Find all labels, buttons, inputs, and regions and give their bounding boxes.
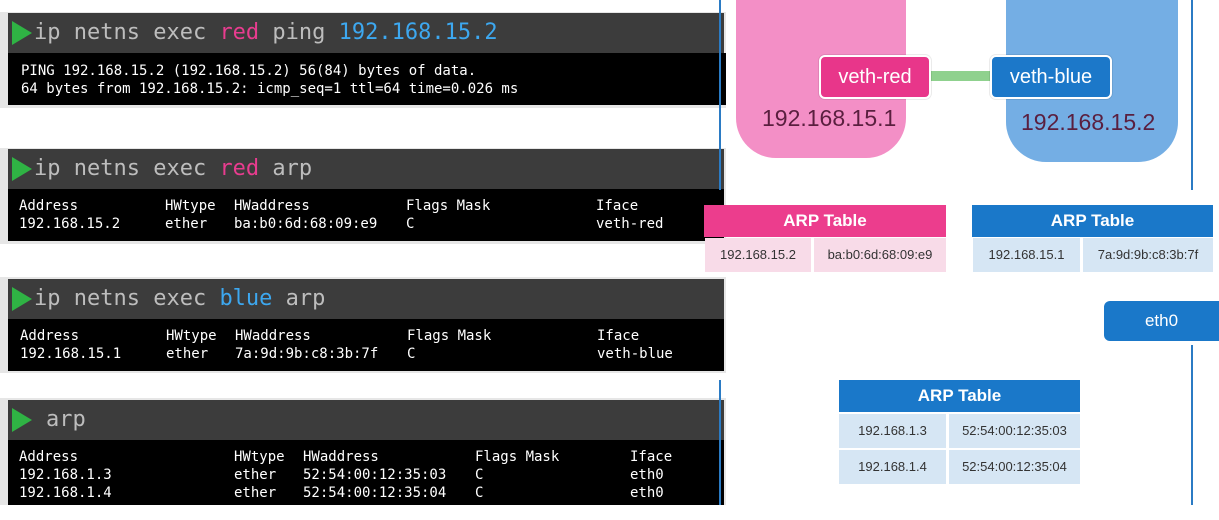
col-header: HWtype [165, 198, 216, 214]
col-header: Flags Mask [407, 328, 492, 344]
cell: 52:54:00:12:35:04 [303, 485, 447, 501]
host-frame-right-lower [1191, 345, 1193, 505]
cell: 52:54:00:12:35:03 [303, 467, 447, 483]
col-header: Iface [630, 449, 673, 465]
cmd-namespace: red [219, 156, 260, 181]
arp-table-blue-title: ARP Table [972, 205, 1213, 237]
arp-blue-mac-cell: 7a:9d:9b:c8:3b:7f [1083, 238, 1213, 272]
cell: ether [166, 346, 209, 362]
cmd-namespace: blue [219, 286, 273, 311]
veth-link-cable [926, 71, 994, 81]
arp-host-mac-cell: 52:54:00:12:35:04 [949, 450, 1080, 484]
arp-host-ip-cell: 192.168.1.4 [839, 450, 946, 484]
arp-red-mac-cell: ba:b0:6d:68:09:e9 [814, 238, 946, 272]
arp-blue-output: Address HWtype HWaddress Flags Mask Ifac… [8, 319, 724, 371]
cell: 192.168.15.2 [19, 216, 121, 232]
eth0-interface: eth0 [1104, 301, 1219, 341]
arp-table-red-title: ARP Table [704, 205, 946, 237]
arp-blue-command-bar: ip netns exec blue arp [8, 279, 724, 319]
col-header: Iface [596, 198, 639, 214]
host-frame-left [719, 0, 721, 190]
col-header: Flags Mask [406, 198, 491, 214]
col-header: HWaddress [303, 449, 379, 465]
arp-host-output: Address HWtype HWaddress Flags Mask Ifac… [8, 440, 724, 505]
col-header: Address [19, 198, 79, 214]
cmd-text: arp [46, 407, 86, 432]
cell: C [407, 346, 416, 362]
output-line: PING 192.168.15.2 (192.168.15.2) 56(84) … [21, 63, 477, 79]
cmd-prefix: ip netns exec [34, 286, 220, 311]
col-header: Iface [597, 328, 640, 344]
cell: veth-blue [597, 346, 673, 362]
host-frame-right [1191, 0, 1193, 190]
cell: ba:b0:6d:68:09:e9 [234, 216, 378, 232]
arp-host-command-bar: arp [8, 400, 724, 440]
ping-output: PING 192.168.15.2 (192.168.15.2) 56(84) … [8, 53, 726, 105]
cell: 192.168.15.1 [20, 346, 122, 362]
cell: veth-red [596, 216, 664, 232]
col-header: Flags Mask [475, 449, 560, 465]
veth-red-interface: veth-red [819, 55, 931, 99]
cell: eth0 [630, 485, 664, 501]
play-icon [12, 408, 32, 432]
cmd-prefix: ip netns exec [34, 20, 220, 45]
cmd-prefix: ip netns exec [34, 156, 220, 181]
cmd-action: arp [259, 156, 313, 181]
arp-red-command-bar: ip netns exec red arp [8, 149, 724, 189]
cell: C [475, 485, 484, 501]
col-header: Address [19, 449, 79, 465]
red-namespace-ip: 192.168.15.1 [762, 105, 897, 131]
cell: ether [234, 467, 277, 483]
arp-table-host-title: ARP Table [839, 380, 1080, 412]
cmd-target: 192.168.15.2 [338, 20, 498, 45]
play-icon [12, 287, 32, 311]
host-frame-left-lower [719, 380, 721, 505]
arp-red-output: Address HWtype HWaddress Flags Mask Ifac… [8, 189, 724, 241]
play-icon [12, 21, 32, 45]
arp-blue-ip-cell: 192.168.15.1 [973, 238, 1080, 272]
cell: ether [234, 485, 277, 501]
veth-blue-interface: veth-blue [990, 55, 1112, 99]
col-header: Address [20, 328, 80, 344]
blue-namespace-ip: 192.168.15.2 [1021, 109, 1156, 135]
cell: eth0 [630, 467, 664, 483]
arp-host-mac-cell: 52:54:00:12:35:03 [949, 414, 1080, 448]
play-icon [12, 157, 32, 181]
arp-red-ip-cell: 192.168.15.2 [705, 238, 811, 272]
cmd-action: ping [259, 20, 339, 45]
col-header: HWaddress [235, 328, 311, 344]
ping-command-bar: ip netns exec red ping 192.168.15.2 [8, 13, 724, 53]
col-header: HWtype [234, 449, 285, 465]
col-header: HWtype [166, 328, 217, 344]
output-line: 64 bytes from 192.168.15.2: icmp_seq=1 t… [21, 81, 519, 97]
cell: C [475, 467, 484, 483]
col-header: HWaddress [234, 198, 310, 214]
cmd-namespace: red [219, 20, 260, 45]
cmd-action: arp [272, 286, 326, 311]
arp-host-ip-cell: 192.168.1.3 [839, 414, 946, 448]
cell: 7a:9d:9b:c8:3b:7f [235, 346, 379, 362]
cell: 192.168.1.3 [19, 467, 112, 483]
cell: 192.168.1.4 [19, 485, 112, 501]
cell: C [406, 216, 415, 232]
cell: ether [165, 216, 208, 232]
